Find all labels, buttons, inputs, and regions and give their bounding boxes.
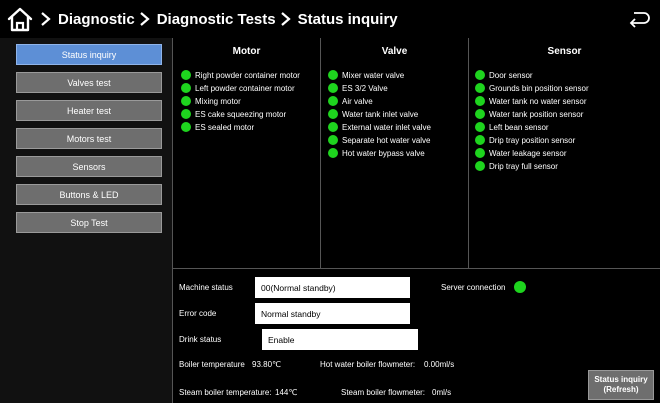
sensor-status-item: Door sensor	[475, 69, 533, 81]
status-indicator	[475, 122, 485, 132]
status-indicator	[181, 96, 191, 106]
breadcrumb: Diagnostic Diagnostic Tests Status inqui…	[40, 0, 402, 38]
steam-boiler-flowmeter-value: 0ml/s	[432, 388, 452, 397]
error-code-field: Normal standby	[255, 303, 410, 324]
steam-boiler-temperature-label: Steam boiler temperature:	[179, 388, 272, 397]
valve-status-item: ES 3/2 Valve	[328, 82, 388, 94]
steam-boiler-temperature-value: 144℃	[275, 388, 298, 397]
chevron-right-icon	[40, 12, 52, 26]
refresh-button-line2: (Refresh)	[603, 385, 639, 394]
status-indicator	[328, 83, 338, 93]
status-indicator	[181, 83, 191, 93]
sidebar-item-buttons-led[interactable]: Buttons & LED	[16, 184, 162, 205]
status-indicator	[328, 122, 338, 132]
sidebar-item-motors-test[interactable]: Motors test	[16, 128, 162, 149]
chevron-right-icon	[280, 12, 292, 26]
status-indicator	[328, 96, 338, 106]
sensor-status-item: Water tank no water sensor	[475, 95, 587, 107]
hot-water-flowmeter-label: Hot water boiler flowmeter:	[320, 360, 416, 369]
sensor-status-item: Water leakage sensor	[475, 147, 567, 159]
sidebar-item-sensors[interactable]: Sensors	[16, 156, 162, 177]
drink-status-field: Enable	[262, 329, 418, 350]
boiler-temperature-label: Boiler temperature	[179, 360, 245, 369]
chevron-right-icon	[139, 12, 151, 26]
motor-status-item: ES cake squeezing motor	[181, 108, 286, 120]
home-icon[interactable]	[6, 5, 34, 33]
refresh-button-line1: Status inquiry	[594, 375, 648, 384]
status-indicator	[328, 148, 338, 158]
status-indicator	[328, 135, 338, 145]
sidebar-item-stop-test[interactable]: Stop Test	[16, 212, 162, 233]
status-indicator	[475, 109, 485, 119]
top-bar: Diagnostic Diagnostic Tests Status inqui…	[0, 0, 660, 38]
status-indicator	[328, 109, 338, 119]
sidebar-item-valves-test[interactable]: Valves test	[16, 72, 162, 93]
motor-status-item: ES sealed motor	[181, 121, 254, 133]
breadcrumb-diagnostic[interactable]: Diagnostic	[58, 11, 135, 28]
sensor-status-item: Water tank position sensor	[475, 108, 583, 120]
status-indicator	[475, 83, 485, 93]
valve-status-item: External water inlet valve	[328, 121, 431, 133]
hot-water-flowmeter-value: 0.00ml/s	[424, 360, 455, 369]
sensor-status-item: Drip tray position sensor	[475, 134, 575, 146]
status-indicator	[475, 135, 485, 145]
valve-panel: Valve Mixer water valve ES 3/2 Valve Air…	[320, 38, 468, 268]
valve-title: Valve	[381, 46, 408, 57]
motor-status-item: Left powder container motor	[181, 82, 295, 94]
status-indicator	[475, 96, 485, 106]
server-connection-label: Server connection	[441, 283, 506, 292]
sidebar: Status inquiry Valves test Heater test M…	[0, 38, 172, 403]
sidebar-item-status-inquiry[interactable]: Status inquiry	[16, 44, 162, 65]
status-indicator	[181, 70, 191, 80]
status-indicator	[181, 109, 191, 119]
status-indicator	[328, 70, 338, 80]
valve-status-item: Mixer water valve	[328, 69, 404, 81]
steam-boiler-flowmeter-label: Steam boiler flowmeter:	[341, 388, 426, 397]
server-connection-indicator	[514, 281, 526, 293]
sensor-status-item: Drip tray full sensor	[475, 160, 558, 172]
breadcrumb-status-inquiry: Status inquiry	[297, 10, 398, 28]
drink-status-label: Drink status	[179, 335, 222, 344]
valve-status-item: Water tank inlet valve	[328, 108, 418, 120]
machine-status-label: Machine status	[179, 283, 233, 292]
sensor-title: Sensor	[547, 46, 582, 57]
sensor-status-item: Left bean sensor	[475, 121, 549, 133]
status-inquiry-refresh-button[interactable]: Status inquiry (Refresh)	[588, 370, 654, 400]
machine-status-field: 00(Normal standby)	[255, 277, 410, 298]
back-arrow-icon[interactable]	[628, 9, 650, 29]
motor-title: Motor	[232, 46, 261, 57]
valve-status-item: Hot water bypass valve	[328, 147, 425, 159]
breadcrumb-diagnostic-tests[interactable]: Diagnostic Tests	[157, 11, 276, 28]
motor-status-item: Mixing motor	[181, 95, 241, 107]
status-indicator	[475, 70, 485, 80]
sidebar-item-heater-test[interactable]: Heater test	[16, 100, 162, 121]
status-indicator	[475, 161, 485, 171]
status-indicator	[181, 122, 191, 132]
motor-panel: Motor Right powder container motor Left …	[172, 38, 320, 268]
status-indicator	[475, 148, 485, 158]
valve-status-item: Air valve	[328, 95, 373, 107]
error-code-label: Error code	[179, 309, 217, 318]
sensor-panel: Sensor Door sensor Grounds bin position …	[468, 38, 660, 268]
valve-status-item: Separate hot water valve	[328, 134, 431, 146]
boiler-temperature-value: 93.80℃	[252, 360, 282, 369]
sensor-status-item: Grounds bin position sensor	[475, 82, 589, 94]
motor-status-item: Right powder container motor	[181, 69, 300, 81]
